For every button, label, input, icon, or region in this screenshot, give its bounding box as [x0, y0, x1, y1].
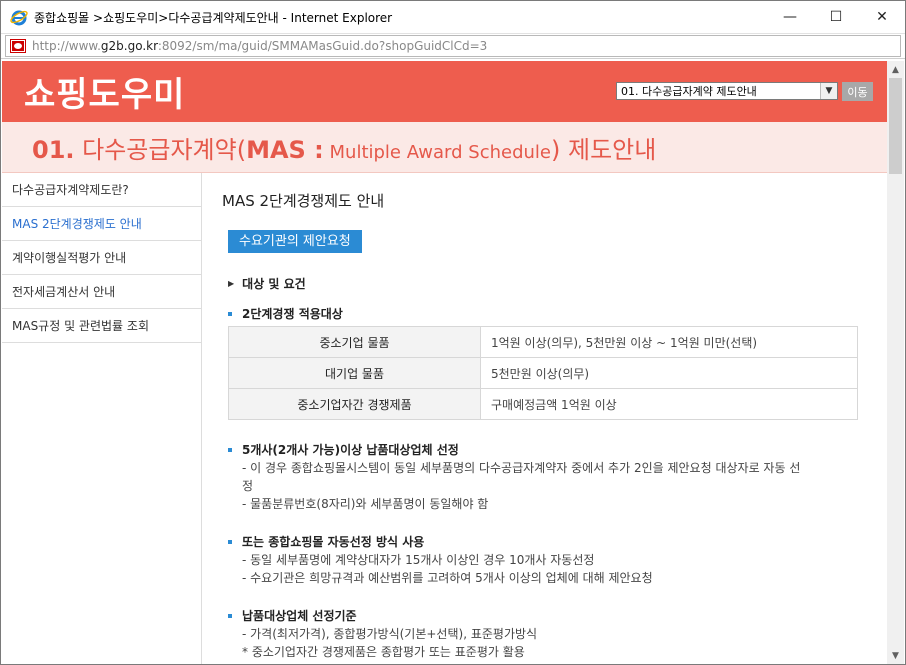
sub-header: 01. 다수공급자계약(MAS : Multiple Award Schedul…	[2, 122, 888, 173]
bullet-icon	[228, 614, 232, 618]
article-title: MAS 2단계경쟁제도 안내	[222, 192, 385, 210]
sidebar-item-performance[interactable]: 계약이행실적평가 안내	[2, 241, 201, 275]
triangle-right-icon: ▶	[228, 279, 235, 288]
site-favicon-icon	[10, 39, 26, 53]
close-button[interactable]: ✕	[859, 1, 905, 33]
proposal-request-badge: 수요기관의 제안요청	[228, 230, 362, 253]
bullet-icon	[228, 311, 232, 316]
table-row: 중소기업 물품 1억원 이상(의무), 5천만원 이상 ~ 1억원 미만(선택)	[228, 326, 858, 358]
title-bar: 종합쇼핑몰 >쇼핑도우미>다수공급계약제도안내 - Internet Explo…	[1, 1, 905, 33]
go-button[interactable]: 이동	[842, 82, 873, 101]
close-icon: ✕	[876, 9, 888, 25]
page-title: 쇼핑도우미	[24, 75, 186, 115]
guide-select-value: 01. 다수공급자계약 제도안내	[621, 85, 757, 98]
section-title: 01. 다수공급자계약(MAS : Multiple Award Schedul…	[32, 135, 657, 164]
article: MAS 2단계경쟁제도 안내 수요기관의 제안요청 ▶ 대상 및 요건 2단계경쟁…	[202, 173, 888, 664]
sidebar-item-regulations[interactable]: MAS규정 및 관련법률 조회	[2, 309, 201, 343]
url-text: http://www.g2b.go.kr:8092/sm/ma/guid/SMM…	[32, 39, 488, 53]
bullet-icon	[228, 540, 232, 544]
minimize-icon: —	[783, 9, 797, 25]
table-row: 중소기업자간 경쟁제품 구매예정금액 1억원 이상	[228, 388, 858, 420]
bullet-icon	[228, 448, 232, 452]
info-block: 납품대상업체 선정기준 - 가격(최저가격), 종합평가방식(기본+선택), 표…	[228, 607, 888, 661]
sidebar-item-tax-invoice[interactable]: 전자세금계산서 안내	[2, 275, 201, 309]
page-content: 쇼핑도우미 01. 다수공급자계약 제도안내 ▼ 이동 01. 다수공급자계약(…	[2, 61, 888, 664]
window-title: 종합쇼핑몰 >쇼핑도우미>다수공급계약제도안내 - Internet Explo…	[34, 10, 393, 25]
browser-window: 종합쇼핑몰 >쇼핑도우미>다수공급계약제도안내 - Internet Explo…	[0, 0, 906, 665]
scroll-down-icon[interactable]: ▼	[887, 647, 904, 664]
table-row: 대기업 물품 5천만원 이상(의무)	[228, 357, 858, 389]
guide-select[interactable]: 01. 다수공급자계약 제도안내 ▼	[616, 82, 838, 100]
section-heading: ▶ 대상 및 요건	[228, 277, 306, 291]
minimize-button[interactable]: —	[767, 1, 813, 33]
page-header: 쇼핑도우미 01. 다수공급자계약 제도안내 ▼ 이동	[2, 61, 888, 122]
subsection-heading: 2단계경쟁 적용대상	[228, 305, 888, 322]
address-bar: http://www.g2b.go.kr:8092/sm/ma/guid/SMM…	[1, 33, 905, 59]
internet-explorer-icon	[10, 10, 28, 26]
maximize-button[interactable]: ☐	[813, 1, 859, 33]
target-table: 중소기업 물품 1억원 이상(의무), 5천만원 이상 ~ 1억원 미만(선택) …	[228, 326, 858, 420]
maximize-icon: ☐	[829, 9, 843, 25]
sidebar-item-mas-intro[interactable]: 다수공급자계약제도란?	[2, 173, 201, 207]
sidebar: 다수공급자계약제도란? MAS 2단계경쟁제도 안내 계약이행실적평가 안내 전…	[2, 173, 202, 664]
chevron-down-icon: ▼	[820, 83, 837, 99]
url-field[interactable]: http://www.g2b.go.kr:8092/sm/ma/guid/SMM…	[5, 35, 901, 57]
info-block: 또는 종합쇼핑몰 자동선정 방식 사용 - 동일 세부품명에 계약상대자가 15…	[228, 533, 888, 587]
scroll-thumb[interactable]	[889, 78, 902, 174]
scroll-up-icon[interactable]: ▲	[887, 61, 904, 78]
vertical-scrollbar[interactable]: ▲ ▼	[887, 61, 904, 664]
info-block: 5개사(2개사 가능)이상 납품대상업체 선정 - 이 경우 종합쇼핑몰시스템이…	[228, 441, 888, 513]
sidebar-item-two-stage[interactable]: MAS 2단계경쟁제도 안내	[2, 207, 201, 241]
